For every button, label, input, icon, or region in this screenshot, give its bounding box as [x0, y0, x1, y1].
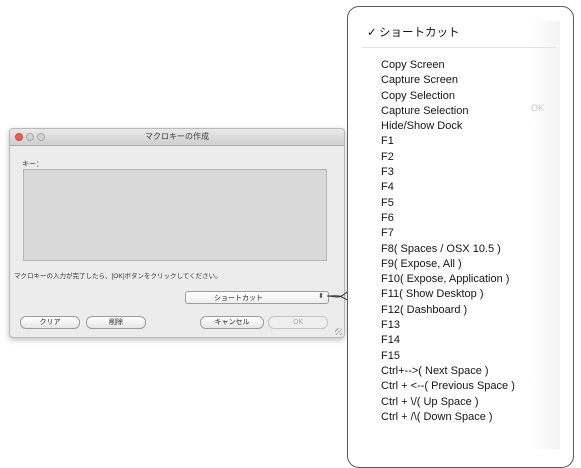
background-ok-ghost: OK [531, 103, 545, 113]
menu-item[interactable]: Ctrl + <--( Previous Space ) [381, 379, 515, 394]
menu-item[interactable]: F5 [381, 196, 515, 211]
menu-item[interactable]: Ctrl+-->( Next Space ) [381, 364, 515, 379]
menu-item[interactable]: F9( Expose, All ) [381, 257, 515, 272]
menu-item[interactable]: Ctrl + /\( Down Space ) [381, 410, 515, 425]
menu-item[interactable]: F7 [381, 226, 515, 241]
macro-key-dialog: マクロキーの作成 キー： マクロキーの入力が完了したら、[OK]ボタンをクリック… [9, 128, 345, 338]
menu-item[interactable]: Ctrl + \/( Up Space ) [381, 395, 515, 410]
window-title: マクロキーの作成 [145, 132, 209, 141]
cancel-button[interactable]: キャンセル [200, 316, 264, 329]
clear-button[interactable]: クリア [20, 316, 80, 329]
delete-button[interactable]: 削除 [86, 316, 146, 329]
menu-item[interactable]: F11( Show Desktop ) [381, 287, 515, 302]
menu-item[interactable]: F8( Spaces / OSX 10.5 ) [381, 242, 515, 257]
menu-item[interactable]: F15 [381, 349, 515, 364]
menu-item[interactable]: F13 [381, 318, 515, 333]
menu-item[interactable]: F6 [381, 211, 515, 226]
menu-item[interactable]: F1 [381, 134, 515, 149]
menu-item[interactable]: F2 [381, 150, 515, 165]
menu-header-label: ショートカット [379, 27, 460, 39]
menu-item[interactable]: Capture Screen [381, 73, 515, 88]
menu-item[interactable]: Capture Selection [381, 104, 515, 119]
menu-item[interactable]: F10( Expose, Application ) [381, 272, 515, 287]
shortcut-select[interactable]: ショートカット ⬍ [185, 291, 329, 304]
menu-item[interactable]: F3 [381, 165, 515, 180]
key-label: キー： [22, 161, 43, 168]
menu-item[interactable]: Copy Selection [381, 89, 515, 104]
ok-button[interactable]: OK [268, 316, 328, 329]
menu-item[interactable]: Hide/Show Dock [381, 119, 515, 134]
zoomed-menu-frame: OK ✓ ショートカット Copy Screen Capture Screen C… [347, 6, 574, 468]
key-input-area[interactable] [23, 169, 327, 261]
menu-item-shortcut-selected[interactable]: ✓ ショートカット [367, 24, 460, 40]
resize-grip-icon[interactable] [335, 328, 342, 335]
shortcut-select-value: ショートカット [214, 295, 263, 302]
menu-list: Copy Screen Capture Screen Copy Selectio… [381, 58, 515, 425]
menu-divider [362, 47, 556, 48]
checkmark-icon: ✓ [367, 27, 377, 39]
instruction-text: マクロキーの入力が完了したら、[OK]ボタンをクリックしてください。 [14, 273, 222, 280]
menu-item[interactable]: F12( Dashboard ) [381, 303, 515, 318]
select-arrows-icon: ⬍ [318, 293, 324, 300]
menu-item[interactable]: F4 [381, 180, 515, 195]
menu-item[interactable]: Copy Screen [381, 58, 515, 73]
title-bar: マクロキーの作成 [10, 129, 344, 146]
menu-item[interactable]: F14 [381, 333, 515, 348]
